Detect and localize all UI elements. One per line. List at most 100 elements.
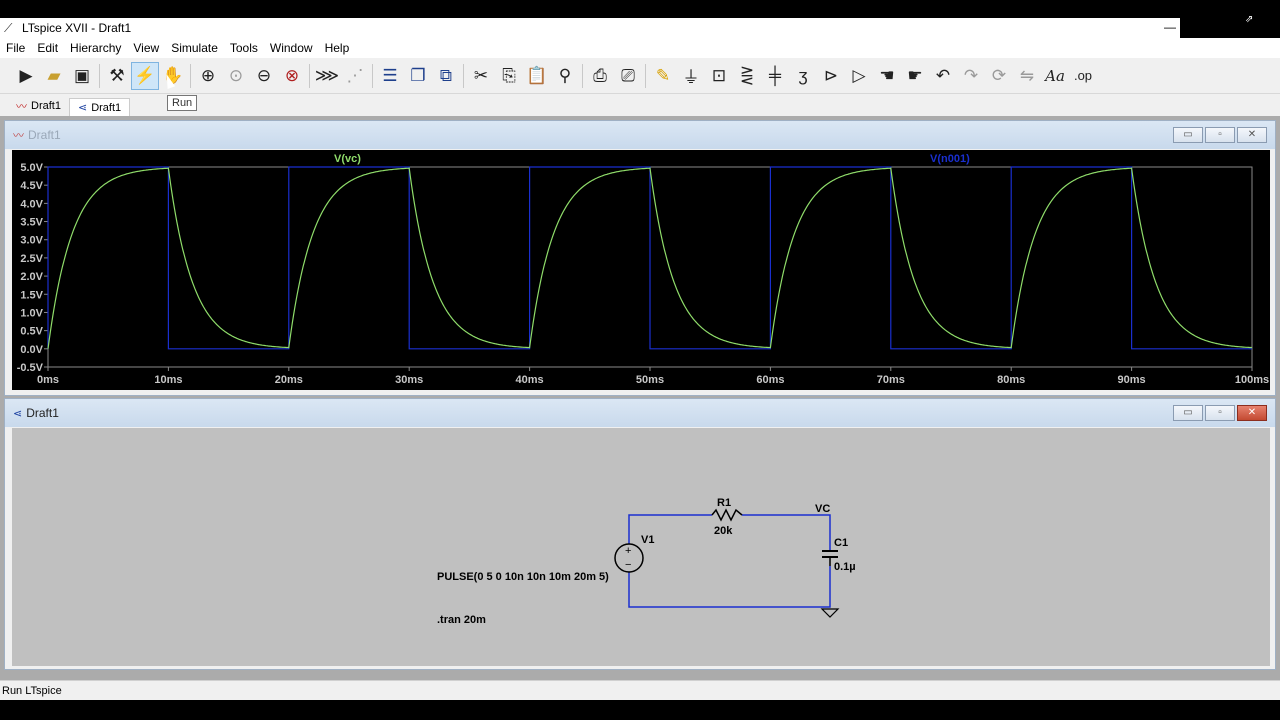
wire[interactable] bbox=[628, 566, 831, 608]
net-label-vc[interactable]: VC bbox=[815, 503, 830, 515]
wire[interactable] bbox=[742, 514, 831, 551]
toolbar-separator bbox=[309, 63, 310, 88]
cut-icon[interactable]: ✂ bbox=[467, 62, 495, 90]
wire-pencil-icon[interactable]: ✎ bbox=[649, 62, 677, 90]
menu-tools[interactable]: Tools bbox=[224, 41, 264, 55]
v1-plus: + bbox=[625, 545, 631, 557]
tile-vertical-icon[interactable]: ⧉ bbox=[432, 62, 460, 90]
title-bar: ⟋ LTspice XVII - Draft1 — bbox=[0, 18, 1180, 38]
zoom-fit-icon[interactable]: ⊗ bbox=[278, 62, 306, 90]
undo-icon[interactable]: ↶ bbox=[929, 62, 957, 90]
resistor-r1[interactable] bbox=[711, 508, 743, 522]
schematic-window: ⋖ Draft1 ▭ ▫ ✕ R1 20k + − V1 C1 0.1µ VC … bbox=[4, 398, 1276, 670]
minimize-button[interactable]: — bbox=[1164, 20, 1176, 34]
diode-icon[interactable]: ⊳ bbox=[817, 62, 845, 90]
rotate-icon[interactable]: ⟳ bbox=[985, 62, 1013, 90]
waveform-window: 〰 Draft1 ▭ ▫ ✕ -0.5V 0.0V 0.5V 1.0V 1.5V 2.0V… bbox=[4, 120, 1276, 396]
window-title: LTspice XVII - Draft1 bbox=[22, 21, 132, 35]
maximize-button[interactable]: ▫ bbox=[1205, 127, 1235, 143]
label-net-icon[interactable]: ⊡ bbox=[705, 62, 733, 90]
ground-icon[interactable]: ⏚ bbox=[677, 62, 705, 90]
y-tick-label: 3.0V bbox=[20, 235, 43, 247]
source-spec-text[interactable]: PULSE(0 5 0 10n 10n 10m 20m 5) bbox=[437, 571, 609, 583]
find-icon[interactable]: ⚲ bbox=[551, 62, 579, 90]
toolbar-separator bbox=[582, 63, 583, 88]
pan-icon[interactable]: ⊙ bbox=[222, 62, 250, 90]
toolbar-separator bbox=[372, 63, 373, 88]
v1-name: V1 bbox=[641, 534, 654, 546]
mirror-icon[interactable]: ⇋ bbox=[1013, 62, 1041, 90]
y-tick-label: 0.0V bbox=[20, 344, 43, 356]
waveform-svg[interactable]: -0.5V 0.0V 0.5V 1.0V 1.5V 2.0V 2.5V 3.0V 3.5V 4.0… bbox=[12, 150, 1270, 390]
menu-view[interactable]: View bbox=[127, 41, 165, 55]
new-schematic-icon[interactable]: ▶ bbox=[12, 62, 40, 90]
x-tick-label: 80ms bbox=[997, 374, 1025, 386]
x-tick-label: 40ms bbox=[516, 374, 544, 386]
component-icon[interactable]: ▷ bbox=[845, 62, 873, 90]
delete-trace-icon[interactable]: ⋰ bbox=[341, 62, 369, 90]
x-tick-label: 0ms bbox=[37, 374, 59, 386]
x-tick-label: 30ms bbox=[395, 374, 423, 386]
close-button[interactable]: ✕ bbox=[1237, 405, 1267, 421]
toolbar-separator bbox=[645, 63, 646, 88]
menu-file[interactable]: File bbox=[0, 41, 31, 55]
text-tool-icon[interactable]: Aa bbox=[1041, 62, 1069, 90]
waveform-plot[interactable]: -0.5V 0.0V 0.5V 1.0V 1.5V 2.0V 2.5V 3.0V 3.5V 4.0… bbox=[12, 150, 1270, 390]
x-tick-label: 70ms bbox=[877, 374, 905, 386]
waveform-icon: 〰 bbox=[13, 130, 24, 142]
autorange-icon[interactable]: ⋙ bbox=[313, 62, 341, 90]
menu-help[interactable]: Help bbox=[319, 41, 356, 55]
paste-icon[interactable]: 📋 bbox=[523, 62, 551, 90]
zoom-in-icon[interactable]: ⊕ bbox=[194, 62, 222, 90]
move-hand-icon[interactable]: ☚ bbox=[873, 62, 901, 90]
y-tick-label: 0.5V bbox=[20, 326, 43, 338]
resistor-icon[interactable]: ⋛ bbox=[733, 62, 761, 90]
spice-directive-icon[interactable]: .op bbox=[1069, 62, 1097, 90]
inductor-icon[interactable]: ʒ bbox=[789, 62, 817, 90]
cascade-icon[interactable]: ❐ bbox=[404, 62, 432, 90]
tab-label: Draft1 bbox=[31, 100, 61, 112]
spice-directive[interactable]: .tran 20m bbox=[437, 614, 486, 626]
minimize-button[interactable]: ▭ bbox=[1173, 405, 1203, 421]
copy-icon[interactable]: ⎘ bbox=[495, 62, 523, 90]
waveform-window-title: Draft1 bbox=[28, 128, 61, 142]
schematic-window-titlebar[interactable]: ⋖ Draft1 ▭ ▫ ✕ bbox=[5, 399, 1275, 427]
ground-symbol[interactable] bbox=[820, 608, 840, 618]
c1-value: 0.1µ bbox=[834, 561, 856, 573]
app-icon: ⟋ bbox=[4, 21, 13, 35]
print-setup-icon[interactable]: ⎚ bbox=[614, 62, 642, 90]
control-panel-icon[interactable]: ⚒ bbox=[103, 62, 131, 90]
menu-window[interactable]: Window bbox=[264, 41, 319, 55]
run-icon[interactable]: ⚡ bbox=[131, 61, 159, 90]
schematic-canvas[interactable]: R1 20k + − V1 C1 0.1µ VC PULSE(0 5 0 10n… bbox=[12, 428, 1270, 666]
menu-edit[interactable]: Edit bbox=[31, 41, 64, 55]
x-tick-label: 100ms bbox=[1235, 374, 1269, 386]
status-text: Run LTspice bbox=[2, 684, 62, 697]
tab-schematic[interactable]: ⋖ Draft1 bbox=[68, 98, 131, 116]
schematic-svg[interactable]: R1 20k + − V1 C1 0.1µ VC PULSE(0 5 0 10n… bbox=[12, 428, 1270, 666]
close-button[interactable]: ✕ bbox=[1237, 127, 1267, 143]
tab-waveform[interactable]: 〰 Draft1 bbox=[8, 96, 69, 116]
tile-horizontal-icon[interactable]: ☰ bbox=[376, 62, 404, 90]
drag-hand-icon[interactable]: ☛ bbox=[901, 62, 929, 90]
redo-icon[interactable]: ↷ bbox=[957, 62, 985, 90]
capacitor-icon[interactable]: ╪ bbox=[761, 62, 789, 90]
tab-label: Draft1 bbox=[91, 101, 122, 114]
open-folder-icon[interactable]: ▰ bbox=[40, 62, 68, 90]
restore-icon[interactable]: ⇗ bbox=[1245, 14, 1253, 25]
r1-name: R1 bbox=[717, 497, 731, 509]
c1-name: C1 bbox=[834, 537, 848, 549]
zoom-out-icon[interactable]: ⊖ bbox=[250, 62, 278, 90]
window-controls: ▭ ▫ ✕ bbox=[1171, 127, 1267, 143]
menu-simulate[interactable]: Simulate bbox=[165, 41, 224, 55]
y-tick-label: -0.5V bbox=[17, 362, 44, 374]
menu-hierarchy[interactable]: Hierarchy bbox=[64, 41, 127, 55]
maximize-button[interactable]: ▫ bbox=[1205, 405, 1235, 421]
x-tick-label: 90ms bbox=[1118, 374, 1146, 386]
waveform-window-titlebar[interactable]: 〰 Draft1 ▭ ▫ ✕ bbox=[5, 121, 1275, 149]
y-tick-label: 3.5V bbox=[20, 217, 43, 229]
print-icon[interactable]: ⎙ bbox=[586, 62, 614, 90]
trace-label-n001: V(n001) bbox=[930, 153, 970, 165]
save-icon[interactable]: ▣ bbox=[68, 62, 96, 90]
minimize-button[interactable]: ▭ bbox=[1173, 127, 1203, 143]
